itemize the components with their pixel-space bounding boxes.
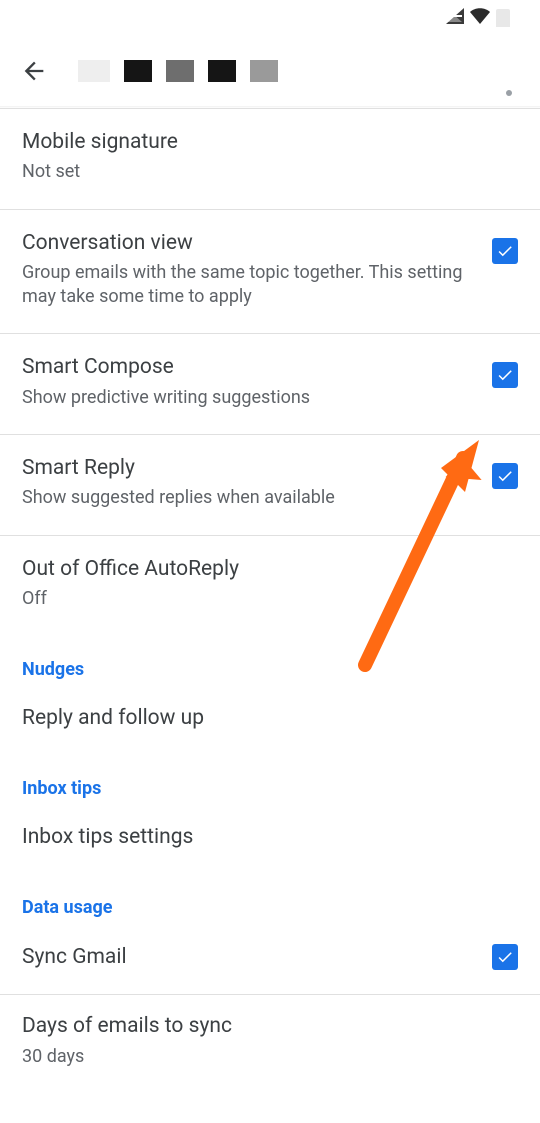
setting-out-of-office[interactable]: Out of Office AutoReply Off (0, 536, 540, 636)
setting-title: Out of Office AutoReply (22, 556, 498, 583)
status-bar (0, 0, 540, 36)
checkbox-sync-gmail[interactable] (492, 944, 518, 970)
setting-conversation-view[interactable]: Conversation view Group emails with the … (0, 210, 540, 334)
setting-title: Days of emails to sync (22, 1013, 498, 1040)
check-icon (496, 467, 514, 485)
checkbox-conversation-view[interactable] (492, 238, 518, 264)
setting-days-to-sync[interactable]: Days of emails to sync 30 days (0, 995, 540, 1093)
setting-title: Smart Reply (22, 455, 472, 482)
check-icon (496, 366, 514, 384)
setting-title: Conversation view (22, 230, 472, 257)
setting-subtitle: Not set (22, 160, 498, 184)
setting-subtitle: 30 days (22, 1045, 498, 1069)
menu-dot[interactable] (506, 90, 512, 96)
setting-smart-reply[interactable]: Smart Reply Show suggested replies when … (0, 435, 540, 535)
checkbox-smart-reply[interactable] (492, 463, 518, 489)
setting-title: Reply and follow up (22, 706, 204, 730)
check-icon (496, 242, 514, 260)
setting-sync-gmail[interactable]: Sync Gmail (0, 930, 540, 994)
title-redacted (78, 60, 278, 82)
setting-title: Mobile signature (22, 129, 498, 156)
arrow-back-icon (20, 57, 48, 85)
setting-subtitle: Show predictive writing suggestions (22, 386, 472, 410)
setting-title: Smart Compose (22, 354, 472, 381)
setting-mobile-signature[interactable]: Mobile signature Not set (0, 109, 540, 209)
setting-inbox-tips-settings[interactable]: Inbox tips settings (0, 811, 540, 873)
setting-subtitle: Show suggested replies when available (22, 486, 472, 510)
setting-title: Sync Gmail (22, 945, 127, 969)
section-header-data-usage: Data usage (0, 873, 540, 930)
back-button[interactable] (20, 57, 48, 85)
section-header-inbox-tips: Inbox tips (0, 754, 540, 811)
battery-icon (496, 9, 510, 27)
setting-subtitle: Off (22, 587, 498, 611)
setting-smart-compose[interactable]: Smart Compose Show predictive writing su… (0, 334, 540, 434)
checkbox-smart-compose[interactable] (492, 362, 518, 388)
signal-icon (446, 8, 464, 28)
setting-reply-follow-up[interactable]: Reply and follow up (0, 692, 540, 754)
section-header-nudges: Nudges (0, 635, 540, 692)
wifi-icon (470, 8, 490, 28)
setting-subtitle: Group emails with the same topic togethe… (22, 261, 472, 310)
check-icon (496, 948, 514, 966)
app-bar (0, 36, 540, 106)
setting-title: Inbox tips settings (22, 825, 193, 849)
